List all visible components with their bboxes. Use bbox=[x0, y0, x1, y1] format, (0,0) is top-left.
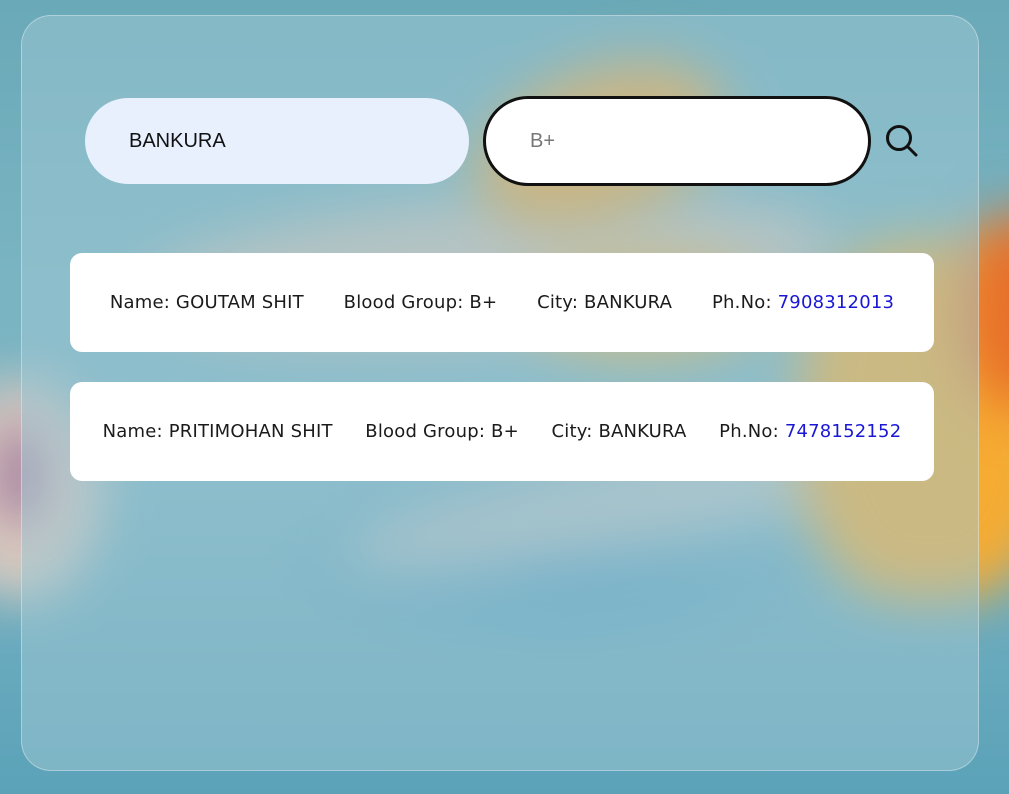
phone-link[interactable]: 7908312013 bbox=[778, 292, 895, 313]
donor-phone: Ph.No: 7908312013 bbox=[711, 292, 895, 313]
donor-city: City: BANKURA bbox=[537, 292, 673, 313]
donor-name: Name: PRITIMOHAN SHIT bbox=[102, 421, 333, 442]
donor-card: Name: GOUTAM SHIT Blood Group: B+ City: … bbox=[70, 253, 934, 352]
search-icon bbox=[886, 125, 918, 157]
donor-blood-group: Blood Group: B+ bbox=[343, 292, 498, 313]
blood-group-input[interactable] bbox=[483, 96, 871, 186]
donor-card: Name: PRITIMOHAN SHIT Blood Group: B+ Ci… bbox=[70, 382, 934, 481]
phone-link[interactable]: 7478152152 bbox=[785, 421, 902, 442]
donor-blood-group: Blood Group: B+ bbox=[365, 421, 519, 442]
donor-city: City: BANKURA bbox=[551, 421, 687, 442]
donor-name: Name: GOUTAM SHIT bbox=[109, 292, 304, 313]
search-bar bbox=[85, 96, 919, 186]
city-input[interactable] bbox=[85, 98, 469, 184]
search-button[interactable] bbox=[885, 124, 919, 158]
search-panel: Name: GOUTAM SHIT Blood Group: B+ City: … bbox=[21, 15, 979, 771]
donor-phone: Ph.No: 7478152152 bbox=[719, 421, 902, 442]
